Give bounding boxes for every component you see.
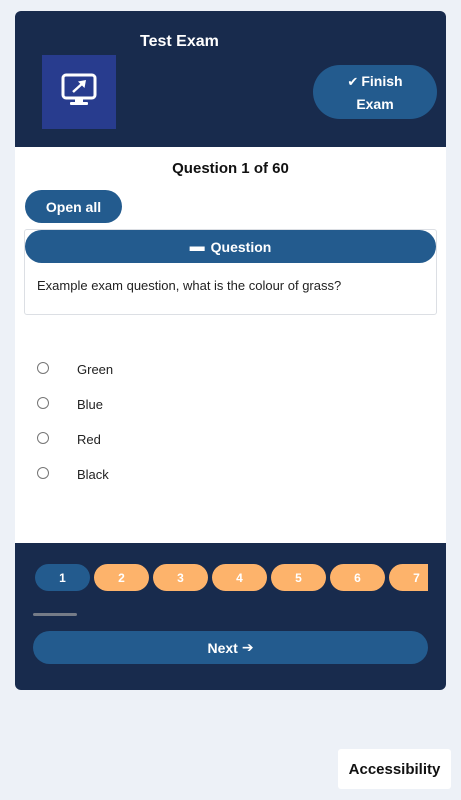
- radio-button[interactable]: [37, 467, 49, 479]
- radio-button[interactable]: [37, 432, 49, 444]
- page-button-1[interactable]: 1: [35, 564, 90, 591]
- question-panel: ▬ Question Example exam question, what i…: [24, 229, 437, 315]
- answer-option-label[interactable]: Black: [77, 467, 109, 482]
- next-button-label: Next: [207, 639, 238, 656]
- answer-option-label[interactable]: Red: [77, 432, 101, 447]
- page-button-5[interactable]: 5: [271, 564, 326, 591]
- open-all-button[interactable]: Open all: [25, 190, 122, 223]
- question-panel-toggle[interactable]: ▬ Question: [25, 230, 436, 263]
- exam-footer: 1 2 3 4 5 6 7 Next ➔: [15, 543, 446, 690]
- finish-exam-button[interactable]: ✔ Finish Exam: [313, 65, 437, 119]
- answer-option-label[interactable]: Blue: [77, 397, 103, 412]
- exam-title: Test Exam: [140, 33, 219, 50]
- exam-card: Test Exam ✔ Finish Exam Question 1 of 60 …: [15, 11, 446, 690]
- answer-option[interactable]: Green: [15, 356, 446, 391]
- answer-option[interactable]: Red: [15, 426, 446, 461]
- question-counter: Question 1 of 60: [172, 160, 289, 177]
- exam-logo: [42, 55, 116, 129]
- finish-exam-label-1: Finish: [361, 72, 403, 89]
- monitor-arrow-icon: [59, 72, 99, 113]
- pager-scrollbar[interactable]: [33, 613, 77, 616]
- page-button-3[interactable]: 3: [153, 564, 208, 591]
- answer-options: Green Blue Red Black: [15, 356, 446, 496]
- question-pager[interactable]: 1 2 3 4 5 6 7: [35, 564, 428, 591]
- check-icon: ✔: [347, 73, 359, 89]
- answer-option[interactable]: Black: [15, 461, 446, 496]
- answer-option-label[interactable]: Green: [77, 362, 113, 377]
- accessibility-button[interactable]: Accessibility: [338, 749, 451, 789]
- answer-option[interactable]: Blue: [15, 391, 446, 426]
- minus-icon: ▬: [189, 238, 205, 255]
- exam-header: Test Exam ✔ Finish Exam: [15, 11, 446, 147]
- next-button[interactable]: Next ➔: [33, 631, 428, 664]
- finish-exam-label-2: Exam: [356, 95, 394, 112]
- page-button-6[interactable]: 6: [330, 564, 385, 591]
- page-button-7[interactable]: 7: [389, 564, 428, 591]
- radio-button[interactable]: [37, 362, 49, 374]
- page-button-4[interactable]: 4: [212, 564, 267, 591]
- question-panel-heading: Question: [210, 238, 272, 255]
- arrow-right-icon: ➔: [241, 639, 254, 655]
- page-button-2[interactable]: 2: [94, 564, 149, 591]
- question-text: Example exam question, what is the colou…: [37, 278, 342, 293]
- radio-button[interactable]: [37, 397, 49, 409]
